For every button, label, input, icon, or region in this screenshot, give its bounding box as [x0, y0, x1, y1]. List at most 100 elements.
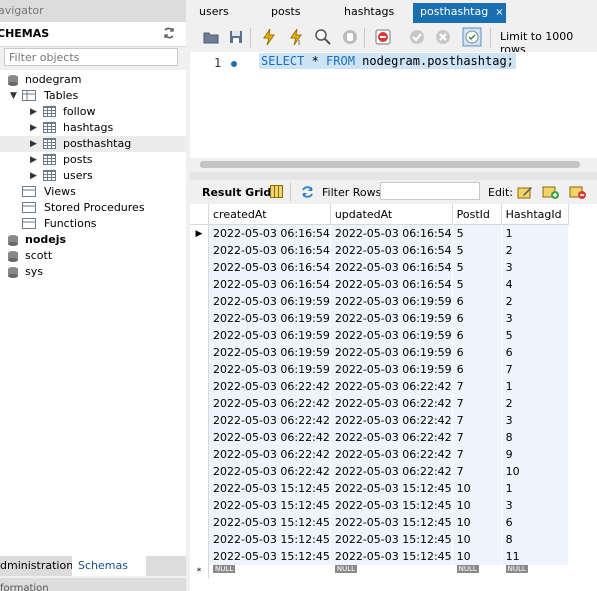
- table-row[interactable]: 2022-05-03 15:12:45 2022-05-03 15:12:45 10…: [190, 480, 569, 497]
- open-file-icon[interactable]: [202, 28, 220, 46]
- add-row-icon[interactable]: [542, 184, 560, 200]
- table-cell-updatedAt[interactable]: 2022-05-03 06:19:59: [330, 310, 453, 327]
- row-marker[interactable]: [190, 497, 209, 514]
- table-cell-updatedAt[interactable]: 2022-05-03 06:16:54: [330, 259, 453, 276]
- row-marker[interactable]: [190, 327, 209, 344]
- close-icon[interactable]: ×: [495, 7, 503, 18]
- result-grid-button[interactable]: Result Grid: [202, 186, 271, 199]
- edit-row-icon[interactable]: [517, 184, 533, 200]
- execute-icon[interactable]: [260, 28, 278, 46]
- table-cell-updatedAt[interactable]: 2022-05-03 15:12:45: [330, 548, 453, 565]
- chevron-right-icon[interactable]: ▶: [30, 136, 37, 152]
- table-cell-createdAt[interactable]: 2022-05-03 06:22:42: [208, 429, 331, 446]
- row-marker[interactable]: [190, 463, 209, 480]
- delete-row-icon[interactable]: [569, 184, 587, 200]
- table-cell-HashtagId[interactable]: 1: [501, 224, 569, 242]
- tree-item-table-posts[interactable]: ▶ posts: [0, 152, 186, 168]
- row-marker[interactable]: [190, 259, 209, 276]
- table-cell-updatedAt[interactable]: 2022-05-03 06:22:42: [330, 395, 453, 412]
- tree-item-functions[interactable]: Functions: [0, 216, 186, 232]
- table-row[interactable]: 2022-05-03 15:12:45 2022-05-03 15:12:45 10…: [190, 531, 569, 548]
- table-cell-HashtagId[interactable]: 8: [501, 531, 569, 548]
- refresh-icon[interactable]: [300, 185, 315, 199]
- table-cell-PostId[interactable]: 7: [452, 378, 502, 395]
- table-row[interactable]: 2022-05-03 06:19:59 2022-05-03 06:19:59 6 3: [190, 310, 569, 327]
- chevron-right-icon[interactable]: ▶: [30, 120, 37, 136]
- table-cell-PostId[interactable]: 7: [452, 463, 502, 480]
- table-cell-createdAt[interactable]: 2022-05-03 06:22:42: [208, 412, 331, 429]
- table-cell-HashtagId[interactable]: 7: [501, 361, 569, 378]
- table-row[interactable]: 2022-05-03 06:16:54 2022-05-03 06:16:54 5 2: [190, 242, 569, 259]
- row-marker[interactable]: [190, 480, 209, 497]
- table-cell-updatedAt[interactable]: 2022-05-03 06:22:42: [330, 412, 453, 429]
- explain-icon[interactable]: [314, 28, 332, 46]
- row-marker[interactable]: [190, 276, 209, 293]
- table-cell-HashtagId[interactable]: 2: [501, 242, 569, 259]
- column-header-createdAt[interactable]: createdAt: [208, 204, 331, 225]
- table-cell-PostId[interactable]: 7: [452, 412, 502, 429]
- tree-item-table-users[interactable]: ▶ users: [0, 168, 186, 184]
- row-marker[interactable]: [190, 446, 209, 463]
- table-row[interactable]: 2022-05-03 06:19:59 2022-05-03 06:19:59 6 7: [190, 361, 569, 378]
- tree-item-sys[interactable]: sys: [0, 264, 186, 280]
- table-cell-createdAt[interactable]: 2022-05-03 06:16:54: [208, 276, 331, 293]
- table-row[interactable]: 2022-05-03 15:12:45 2022-05-03 15:12:45 10…: [190, 548, 569, 565]
- table-cell-PostId[interactable]: 6: [452, 293, 502, 310]
- table-cell-createdAt[interactable]: 2022-05-03 15:12:45: [208, 480, 331, 497]
- row-marker[interactable]: [190, 242, 209, 259]
- table-cell-PostId[interactable]: 6: [452, 361, 502, 378]
- table-cell-createdAt[interactable]: 2022-05-03 15:12:45: [208, 531, 331, 548]
- table-row[interactable]: 2022-05-03 06:22:42 2022-05-03 06:22:42 7 2: [190, 395, 569, 412]
- table-row[interactable]: 2022-05-03 15:12:45 2022-05-03 15:12:45 10…: [190, 497, 569, 514]
- row-marker[interactable]: [190, 344, 209, 361]
- filter-rows-input[interactable]: [380, 182, 480, 200]
- row-marker[interactable]: [190, 378, 209, 395]
- table-cell-HashtagId[interactable]: 2: [501, 293, 569, 310]
- column-header-HashtagId[interactable]: HashtagId: [501, 204, 569, 225]
- table-cell-updatedAt[interactable]: 2022-05-03 15:12:45: [330, 497, 453, 514]
- autocommit-icon[interactable]: [462, 27, 482, 47]
- table-cell-createdAt[interactable]: 2022-05-03 06:19:59: [208, 361, 331, 378]
- table-row[interactable]: 2022-05-03 06:22:42 2022-05-03 06:22:42 7 8: [190, 429, 569, 446]
- table-cell-createdAt[interactable]: 2022-05-03 06:22:42: [208, 378, 331, 395]
- row-marker[interactable]: [190, 412, 209, 429]
- tree-item-table-hashtags[interactable]: ▶ hashtags: [0, 120, 186, 136]
- pane-splitter[interactable]: [190, 172, 597, 180]
- tree-item-table-follow[interactable]: ▶ follow: [0, 104, 186, 120]
- tab-posts[interactable]: posts: [264, 3, 308, 23]
- chevron-down-icon[interactable]: ▼: [10, 88, 17, 104]
- table-row[interactable]: 2022-05-03 06:19:59 2022-05-03 06:19:59 6 2: [190, 293, 569, 310]
- table-cell-createdAt[interactable]: 2022-05-03 06:19:59: [208, 293, 331, 310]
- table-cell-PostId[interactable]: 5: [452, 259, 502, 276]
- table-row[interactable]: 2022-05-03 06:19:59 2022-05-03 06:19:59 6 6: [190, 344, 569, 361]
- table-cell-PostId[interactable]: 10: [452, 497, 502, 514]
- table-row[interactable]: ▶ 2022-05-03 06:16:54 2022-05-03 06:16:54 5…: [190, 224, 569, 242]
- table-cell-HashtagId[interactable]: 4: [501, 276, 569, 293]
- table-cell-createdAt[interactable]: 2022-05-03 06:22:42: [208, 463, 331, 480]
- table-cell-PostId[interactable]: 6: [452, 344, 502, 361]
- table-row[interactable]: 2022-05-03 06:22:42 2022-05-03 06:22:42 7 1…: [190, 463, 569, 480]
- table-cell-HashtagId[interactable]: 2: [501, 395, 569, 412]
- null-cell[interactable]: NULL: [330, 565, 453, 578]
- row-marker[interactable]: [190, 531, 209, 548]
- table-cell-HashtagId[interactable]: 5: [501, 327, 569, 344]
- table-row[interactable]: 2022-05-03 06:22:42 2022-05-03 06:22:42 7 3: [190, 412, 569, 429]
- table-row[interactable]: 2022-05-03 06:16:54 2022-05-03 06:16:54 5 4: [190, 276, 569, 293]
- table-cell-PostId[interactable]: 10: [452, 480, 502, 497]
- table-cell-createdAt[interactable]: 2022-05-03 06:16:54: [208, 224, 331, 242]
- save-icon[interactable]: [227, 28, 245, 46]
- tree-item-nodejs[interactable]: nodejs: [0, 232, 186, 248]
- tree-item-views[interactable]: Views: [0, 184, 186, 200]
- table-cell-createdAt[interactable]: 2022-05-03 06:19:59: [208, 327, 331, 344]
- result-grid[interactable]: createdAt updatedAt PostId HashtagId ▶ 20…: [190, 204, 597, 591]
- tab-posthashtag[interactable]: posthashtag ×: [413, 3, 506, 23]
- table-cell-HashtagId[interactable]: 1: [501, 480, 569, 497]
- current-row-marker-icon[interactable]: ▶: [190, 224, 209, 242]
- table-cell-HashtagId[interactable]: 3: [501, 310, 569, 327]
- table-cell-createdAt[interactable]: 2022-05-03 15:12:45: [208, 548, 331, 565]
- table-cell-HashtagId[interactable]: 10: [501, 463, 569, 480]
- table-cell-PostId[interactable]: 5: [452, 276, 502, 293]
- null-cell[interactable]: NULL: [501, 565, 569, 578]
- row-marker[interactable]: [190, 361, 209, 378]
- row-marker[interactable]: [190, 429, 209, 446]
